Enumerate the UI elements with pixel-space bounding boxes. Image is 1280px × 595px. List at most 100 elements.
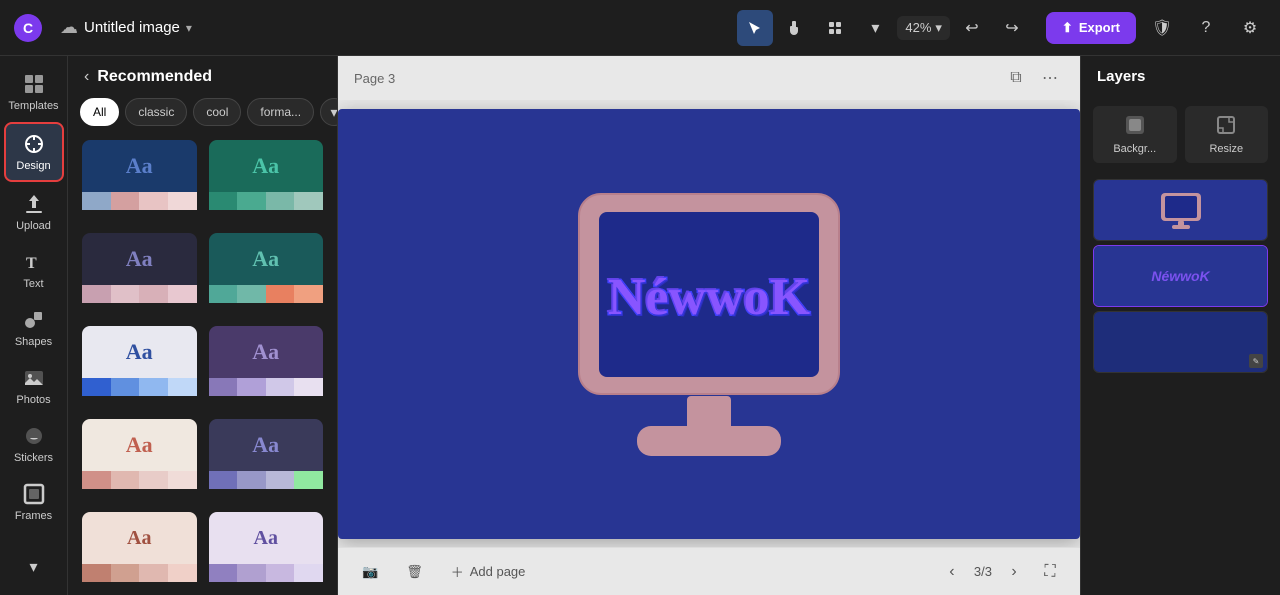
- theme-preview-8: Aa: [209, 419, 324, 471]
- frames-icon: [22, 482, 46, 506]
- layer-thumb-background: ✎: [1094, 312, 1267, 372]
- layer-item-background[interactable]: ✎: [1093, 311, 1268, 373]
- help-icon-button[interactable]: ?: [1188, 10, 1224, 46]
- background-icon: [1124, 114, 1146, 139]
- frames-label: Frames: [15, 510, 52, 522]
- add-page-button[interactable]: ＋ Add page: [443, 558, 534, 585]
- sidebar-more-button[interactable]: ▾: [4, 547, 64, 587]
- shapes-label: Shapes: [15, 336, 52, 348]
- canvas-bottom-bar: 📷 🗑 ＋ Add page ‹ 3/3 › ⛶: [338, 547, 1080, 595]
- canvas-content[interactable]: NéwwoK NéwwoK NéwwoK NéwwoK: [338, 109, 1080, 539]
- theme-colors-6: [209, 378, 324, 396]
- layer-thumb-monitor: [1094, 180, 1267, 240]
- add-page-icon: ＋: [451, 562, 464, 581]
- design-icon: [22, 132, 46, 156]
- sidebar-item-templates[interactable]: Templates: [4, 64, 64, 120]
- filter-cool-button[interactable]: cool: [193, 98, 241, 126]
- sidebar-item-stickers[interactable]: Stickers: [4, 416, 64, 472]
- background-tool[interactable]: Backgr...: [1093, 106, 1177, 163]
- sidebar-item-design[interactable]: Design: [4, 122, 64, 182]
- canvas-actions: ⧉ ⋯: [1002, 64, 1064, 92]
- title-chevron-icon[interactable]: ▾: [186, 21, 192, 35]
- canvas-more-icon[interactable]: ⋯: [1036, 64, 1064, 92]
- zoom-chevron-icon: ▾: [935, 20, 942, 36]
- text-icon: T: [22, 250, 46, 274]
- back-button[interactable]: ‹: [84, 68, 89, 86]
- filter-classic-button[interactable]: classic: [125, 98, 187, 126]
- theme-card-1[interactable]: Aa: [80, 138, 199, 223]
- fullscreen-button[interactable]: ⛶: [1036, 558, 1064, 586]
- select-tool-button[interactable]: [737, 10, 773, 46]
- theme-colors-1: [82, 192, 197, 210]
- theme-card-2[interactable]: Aa: [207, 138, 326, 223]
- photos-label: Photos: [16, 394, 50, 406]
- theme-colors-3: [82, 285, 197, 303]
- canva-logo[interactable]: C: [12, 12, 44, 44]
- stickers-label: Stickers: [14, 452, 53, 464]
- prev-page-button[interactable]: ‹: [938, 558, 966, 586]
- settings-icon-button[interactable]: ⚙: [1232, 10, 1268, 46]
- sidebar-item-photos[interactable]: Photos: [4, 358, 64, 414]
- resize-tool[interactable]: Resize: [1185, 106, 1269, 163]
- layer-item-monitor[interactable]: [1093, 179, 1268, 241]
- frame-chevron-button[interactable]: ▾: [857, 10, 893, 46]
- resize-label: Resize: [1209, 143, 1243, 155]
- delete-button[interactable]: 🗑: [398, 558, 431, 585]
- sidebar-item-frames[interactable]: Frames: [4, 474, 64, 530]
- sidebar-item-upload[interactable]: Upload: [4, 184, 64, 240]
- theme-card-5[interactable]: Aa: [80, 324, 199, 409]
- export-label: Export: [1079, 20, 1120, 35]
- redo-button[interactable]: ↪: [994, 10, 1030, 46]
- undo-button[interactable]: ↩: [954, 10, 990, 46]
- canvas-bottom-left: 📷 🗑 ＋ Add page: [354, 558, 533, 585]
- canvas-wrapper[interactable]: NéwwoK NéwwoK NéwwoK NéwwoK: [338, 100, 1080, 547]
- export-button[interactable]: ⬆ Export: [1046, 12, 1136, 44]
- layers-tools: Backgr... Resize: [1081, 98, 1280, 171]
- next-page-button[interactable]: ›: [1000, 558, 1028, 586]
- theme-card-8[interactable]: Aa: [207, 417, 326, 502]
- design-label: Design: [16, 160, 50, 172]
- layers-title: Layers: [1097, 68, 1145, 85]
- theme-card-10[interactable]: Aa: [207, 510, 326, 595]
- theme-card-6[interactable]: Aa: [207, 324, 326, 409]
- theme-card-7[interactable]: Aa: [80, 417, 199, 502]
- filter-forma-button[interactable]: forma...: [247, 98, 314, 126]
- upload-icon: [22, 192, 46, 216]
- panel-title: Recommended: [97, 68, 212, 86]
- theme-card-3[interactable]: Aa: [80, 231, 199, 316]
- zoom-control[interactable]: 42% ▾: [897, 16, 950, 40]
- canvas-copy-icon[interactable]: ⧉: [1002, 64, 1030, 92]
- svg-text:NéwwoK: NéwwoK: [608, 269, 811, 326]
- canvas-header: Page 3 ⧉ ⋯: [338, 56, 1080, 100]
- theme-card-9[interactable]: Aa: [80, 510, 199, 595]
- filter-more-button[interactable]: ▾: [320, 98, 338, 126]
- upload-label: Upload: [16, 220, 51, 232]
- export-icon: ⬆: [1062, 20, 1073, 36]
- filter-all-button[interactable]: All: [80, 98, 119, 126]
- topbar-title-area: ☁ Untitled image ▾: [60, 17, 192, 38]
- theme-grid: Aa Aa Aa Aa: [68, 138, 337, 595]
- frame-tool-button[interactable]: [817, 10, 853, 46]
- monitor-illustration: NéwwoK NéwwoK NéwwoK NéwwoK: [519, 154, 899, 494]
- hand-tool-button[interactable]: [777, 10, 813, 46]
- background-label: Backgr...: [1113, 143, 1156, 155]
- theme-colors-8: [209, 471, 324, 489]
- canvas-bottom-right: ‹ 3/3 › ⛶: [938, 558, 1064, 586]
- document-title[interactable]: Untitled image: [84, 19, 180, 36]
- stickers-icon: [22, 424, 46, 448]
- theme-card-4[interactable]: Aa: [207, 231, 326, 316]
- photos-icon: [22, 366, 46, 390]
- cloud-icon: ☁: [60, 17, 78, 38]
- page-indicator: 3/3: [974, 564, 992, 579]
- canvas-area: Page 3 ⧉ ⋯ N: [338, 56, 1080, 595]
- toolbar-tools: ▾ 42% ▾ ↩ ↪: [737, 10, 1030, 46]
- more-icon: ▾: [22, 555, 46, 579]
- theme-preview-2: Aa: [209, 140, 324, 192]
- camera-button[interactable]: 📷: [354, 558, 386, 585]
- layer-item-text[interactable]: NéwwoK: [1093, 245, 1268, 307]
- resize-icon: [1215, 114, 1237, 139]
- shield-icon-button[interactable]: 🛡: [1144, 10, 1180, 46]
- sidebar-item-text[interactable]: T Text: [4, 242, 64, 298]
- sidebar-item-shapes[interactable]: Shapes: [4, 300, 64, 356]
- zoom-value: 42%: [905, 20, 931, 35]
